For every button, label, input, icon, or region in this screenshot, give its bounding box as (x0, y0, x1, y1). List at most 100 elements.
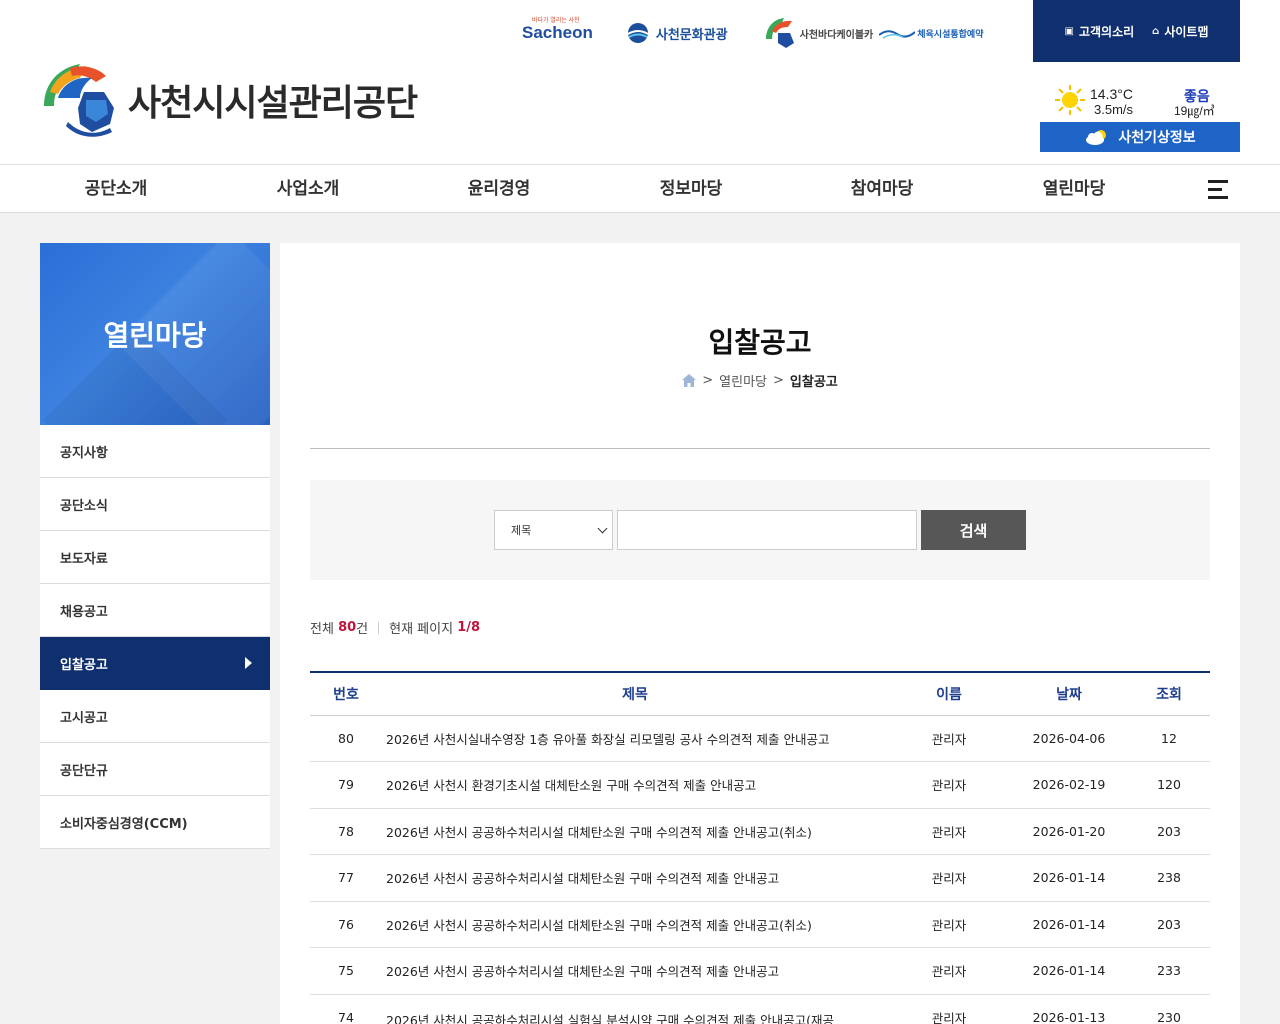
sacheon-tagline: 바다가 열리는 사천 (532, 18, 580, 24)
page-title: 입찰공고 (708, 326, 812, 359)
side-nav-item-ccm[interactable]: 소비자중심경영(CCM) (40, 796, 270, 849)
page-label: 현재 페이지 (389, 622, 454, 637)
side-nav-item-recruit[interactable]: 채용공고 (40, 584, 270, 637)
row-subject-link[interactable]: 2026년 사천시 공공하수처리시설 대체탄소원 구매 수의견적 제출 안내공고 (382, 854, 888, 902)
main-content: 입찰공고 > 열린마당 > 입찰공고 제목 검색 전체 80 건 현재 페이지 1… (280, 243, 1240, 1024)
side-nav: 열린마당 공지사항 공단소식 보도자료 채용공고 입찰공고 고시공고 공단단규 … (40, 243, 270, 849)
sacheon-link-label: Sacheon (522, 23, 593, 42)
table-row: 74 2026년 사천시 공공하수처리시설 실험실 분석시약 구매 수의견적 제… (310, 994, 1210, 1024)
menu-icon[interactable] (1208, 180, 1232, 200)
site-logo[interactable]: 사천시시설관리공단 (40, 62, 418, 138)
nav-ethics[interactable]: 윤리경영 (403, 165, 595, 213)
weather-info-button[interactable]: 사천기상정보 (1040, 122, 1240, 152)
wind-speed-value: 3.5m/s (1094, 102, 1134, 117)
table-row: 78 2026년 사천시 공공하수처리시설 대체탄소원 구매 수의견적 제출 안… (310, 808, 1210, 855)
logo-text: 사천시시설관리공단 (128, 83, 418, 124)
row-author: 관리자 (888, 947, 1010, 995)
row-number: 77 (310, 854, 382, 902)
row-views: 203 (1128, 808, 1210, 855)
customer-voice-label: 고객의소리 (1078, 24, 1135, 39)
side-nav-title: 열린마당 (103, 319, 207, 352)
nav-participation[interactable]: 참여마당 (786, 165, 978, 213)
nav-info[interactable]: 정보마당 (595, 165, 787, 213)
cable-car-link[interactable]: 사천바다케이블카 (764, 17, 873, 49)
sports-reservation-link[interactable]: 체육시설통합예약 (879, 26, 983, 40)
weather-widget: 14.3°C 3.5m/s 좋음 19㎍/㎥ 사천기상정보 (1040, 82, 1240, 152)
sports-reservation-label: 체육시설통합예약 (917, 29, 984, 40)
row-author: 관리자 (888, 854, 1010, 902)
total-label: 전체 (310, 622, 334, 637)
cable-car-logo-icon (765, 18, 794, 48)
nav-about[interactable]: 공단소개 (20, 165, 212, 213)
nav-open-square[interactable]: 열린마당 (978, 165, 1170, 213)
row-subject-link[interactable]: 2026년 사천시 환경기초시설 대체탄소원 구매 수의견적 제출 안내공고 (382, 761, 888, 809)
side-nav-item-public-notice[interactable]: 고시공고 (40, 690, 270, 743)
side-nav-item-news[interactable]: 공단소식 (40, 478, 270, 531)
row-date: 2026-01-20 (1010, 808, 1128, 855)
breadcrumb-parent[interactable]: 열린마당 (719, 371, 767, 390)
row-date: 2026-01-14 (1010, 947, 1128, 995)
search-button[interactable]: 검색 (921, 510, 1026, 550)
side-nav-item-press[interactable]: 보도자료 (40, 531, 270, 584)
row-number: 80 (310, 715, 382, 762)
row-subject-link[interactable]: 2026년 사천시 공공하수처리시설 대체탄소원 구매 수의견적 제출 안내공고 (382, 947, 888, 995)
table-row: 79 2026년 사천시 환경기초시설 대체탄소원 구매 수의견적 제출 안내공… (310, 761, 1210, 809)
main-nav: 공단소개 사업소개 윤리경영 정보마당 참여마당 열린마당 (0, 164, 1280, 213)
sitemap-label: 사이트맵 (1164, 24, 1209, 39)
row-number: 78 (310, 808, 382, 855)
sports-wave-icon (879, 30, 916, 39)
culture-tourism-logo-icon (627, 23, 649, 43)
home-icon[interactable] (682, 374, 697, 387)
header-views: 조회 (1128, 671, 1210, 716)
row-subject-link[interactable]: 2026년 사천시 공공하수처리시설 대체탄소원 구매 수의견적 제출 안내공고… (382, 901, 888, 948)
side-nav-item-bid[interactable]: 입찰공고 (40, 637, 270, 690)
cloud-sun-icon (1086, 130, 1107, 145)
row-subject-link[interactable]: 2026년 사천시 공공하수처리시설 실험실 분석시약 구매 수의견적 제출 안… (382, 994, 888, 1024)
table-row: 77 2026년 사천시 공공하수처리시설 대체탄소원 구매 수의견적 제출 안… (310, 854, 1210, 902)
row-subject-link[interactable]: 2026년 사천시실내수영장 1층 유아풀 화장실 리모델링 공사 수의견적 제… (382, 715, 888, 762)
header-date: 날짜 (1010, 671, 1128, 716)
partner-links: 바다가 열리는 사천 Sacheon 사천문화관광 사천바다케이블카 체육시설통… (522, 14, 983, 52)
header-number: 번호 (310, 671, 382, 716)
logo-emblem-icon (44, 64, 114, 137)
weather-info-label: 사천기상정보 (1118, 130, 1196, 146)
row-author: 관리자 (888, 994, 1010, 1024)
row-date: 2026-02-19 (1010, 761, 1128, 809)
culture-tourism-link[interactable]: 사천문화관광 (625, 22, 728, 44)
row-views: 12 (1128, 715, 1210, 762)
header-name: 이름 (888, 671, 1010, 716)
side-nav-item-notice[interactable]: 공지사항 (40, 425, 270, 478)
row-subject-link[interactable]: 2026년 사천시 공공하수처리시설 대체탄소원 구매 수의견적 제출 안내공고… (382, 808, 888, 855)
row-date: 2026-04-06 (1010, 715, 1128, 762)
row-date: 2026-01-13 (1010, 994, 1128, 1024)
home-icon: ⌂ (1152, 25, 1160, 37)
search-input[interactable] (617, 510, 917, 550)
sacheon-city-link[interactable]: 바다가 열리는 사천 Sacheon (522, 18, 593, 43)
row-views: 203 (1128, 901, 1210, 948)
info-divider (378, 621, 380, 634)
row-author: 관리자 (888, 901, 1010, 948)
side-nav-item-regulation[interactable]: 공단단규 (40, 743, 270, 796)
table-row: 80 2026년 사천시실내수영장 1층 유아풀 화장실 리모델링 공사 수의견… (310, 715, 1210, 762)
row-views: 230 (1128, 994, 1210, 1024)
row-date: 2026-01-14 (1010, 854, 1128, 902)
culture-tourism-label: 사천문화관광 (655, 27, 728, 43)
customer-voice-link[interactable]: ▣ 고객의소리 (1065, 23, 1135, 40)
table-row: 76 2026년 사천시 공공하수처리시설 대체탄소원 구매 수의견적 제출 안… (310, 901, 1210, 948)
row-views: 238 (1128, 854, 1210, 902)
nav-business[interactable]: 사업소개 (212, 165, 404, 213)
search-field-select[interactable]: 제목 (494, 510, 613, 550)
row-author: 관리자 (888, 715, 1010, 762)
chevron-down-icon (597, 523, 608, 534)
row-number: 76 (310, 901, 382, 948)
side-nav-list: 공지사항 공단소식 보도자료 채용공고 입찰공고 고시공고 공단단규 소비자중심… (40, 425, 270, 849)
row-author: 관리자 (888, 761, 1010, 809)
temperature-value: 14.3°C (1090, 86, 1133, 102)
row-number: 75 (310, 947, 382, 995)
row-number: 79 (310, 761, 382, 809)
total-count: 80 (338, 620, 357, 635)
sitemap-link[interactable]: ⌂ 사이트맵 (1152, 23, 1208, 40)
table-row: 75 2026년 사천시 공공하수처리시설 대체탄소원 구매 수의견적 제출 안… (310, 947, 1210, 995)
page-value: 1/8 (457, 620, 481, 635)
caret-right-icon (245, 657, 252, 669)
